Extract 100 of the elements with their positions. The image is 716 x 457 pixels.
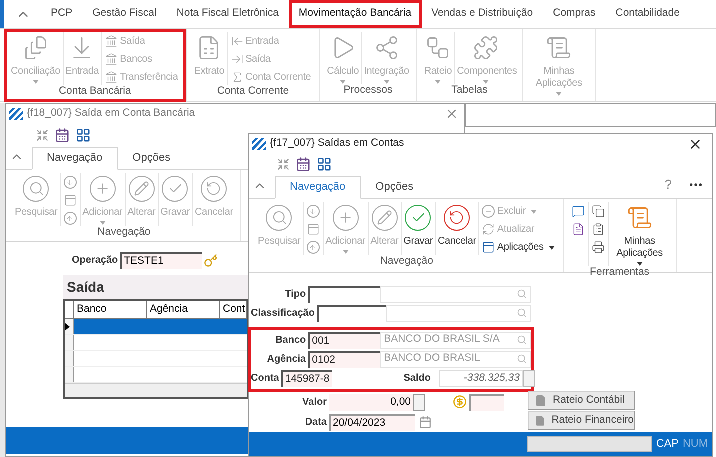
group-label: Processos <box>342 84 394 98</box>
network-icon <box>374 35 400 61</box>
search-icon[interactable] <box>517 308 527 318</box>
value-field[interactable]: 0,00 <box>329 394 413 411</box>
spinner[interactable] <box>522 370 535 387</box>
group-label: Conta Corrente <box>216 85 290 99</box>
search-icon[interactable] <box>517 289 527 300</box>
field-label: Valor <box>302 396 328 410</box>
printer-icon <box>592 241 605 254</box>
tab[interactable]: Navegação <box>275 176 361 200</box>
search-icon[interactable] <box>517 335 527 346</box>
tab[interactable]: Navegação <box>32 147 118 170</box>
code-field[interactable]: 001 <box>308 332 380 349</box>
window-icon <box>306 223 320 236</box>
refresh-icon <box>482 223 496 236</box>
column-header[interactable]: Banco <box>74 301 147 318</box>
icon-button[interactable] <box>572 222 585 238</box>
column-header[interactable]: Cont <box>220 301 247 318</box>
description-field[interactable] <box>380 286 531 303</box>
group-label: Navegação <box>379 255 434 270</box>
spinner[interactable] <box>413 394 425 411</box>
window-icon <box>64 194 77 207</box>
description-field[interactable]: BANCO DO BRASIL S/A <box>380 332 531 349</box>
plus-icon <box>332 205 359 232</box>
ribbon-tab[interactable]: Compras <box>543 0 606 28</box>
pencil-icon <box>372 205 398 232</box>
plus-icon <box>90 176 116 202</box>
down-icon <box>306 205 320 218</box>
operation-field[interactable]: TESTE1 <box>120 252 202 269</box>
icon-button[interactable] <box>592 204 605 220</box>
copy-icon <box>592 205 605 218</box>
ribbon-tab[interactable]: Vendas e Distribuição <box>422 0 544 28</box>
minus-icon <box>482 205 496 218</box>
window-icon <box>482 241 496 254</box>
message-icon <box>572 205 585 218</box>
row-header[interactable] <box>65 319 74 334</box>
field-label: Tipo <box>284 288 308 302</box>
ribbon-tab[interactable]: Contabilidade <box>606 0 690 28</box>
tab[interactable]: Opções <box>118 147 186 170</box>
description-field[interactable] <box>386 304 531 322</box>
coin-icon[interactable] <box>453 395 467 410</box>
caret-icon <box>100 221 106 225</box>
tab[interactable]: Opções <box>360 176 429 200</box>
code-field[interactable]: 145987-8 <box>281 370 332 387</box>
field-label: Operação <box>72 254 118 268</box>
ribbon-button[interactable]: Cancelar <box>436 202 478 256</box>
ribbon-tab[interactable]: PCP <box>41 0 83 28</box>
icon-button[interactable] <box>572 204 585 220</box>
caret-icon <box>384 80 390 84</box>
currency-field[interactable] <box>469 394 504 411</box>
app-icon <box>252 138 266 150</box>
ribbon-tab[interactable]: Movimentação Bancária <box>288 0 422 28</box>
ribbon-tab[interactable]: Nota Fiscal Eletrônica <box>166 0 289 28</box>
field-label: Banco <box>274 334 308 348</box>
scrollbar[interactable] <box>65 383 247 397</box>
date-field[interactable]: 20/04/2023 <box>329 414 415 431</box>
ribbon-button[interactable]: Aplicações <box>482 240 555 256</box>
search-icon <box>266 205 292 232</box>
arrow-out-icon <box>230 53 244 66</box>
shrink-icon[interactable] <box>277 158 290 172</box>
key-icon[interactable] <box>204 254 218 268</box>
grid-icon[interactable] <box>317 157 332 172</box>
document-icon <box>535 394 547 407</box>
group-label: Tabelas <box>450 84 489 98</box>
code-field[interactable] <box>316 304 386 322</box>
calendar-icon[interactable] <box>55 128 70 142</box>
caret-icon <box>342 250 349 254</box>
ribbon-tab[interactable]: Gestão Fiscal <box>82 0 167 28</box>
caret-icon <box>435 80 442 84</box>
ribbon-button[interactable]: Gravar <box>402 202 435 256</box>
caret-icon <box>340 80 346 84</box>
up-icon <box>64 212 77 225</box>
rateio-button[interactable]: Rateio Financeiro <box>528 411 635 430</box>
column-header[interactable]: Agência <box>147 301 220 318</box>
rateio-button[interactable]: Rateio Contábil <box>528 391 635 410</box>
grid-icon[interactable] <box>76 128 91 142</box>
icon-button[interactable] <box>592 240 605 256</box>
code-field[interactable]: 0102 <box>308 350 380 368</box>
row-pointer-icon <box>65 322 70 330</box>
field-label: Classificação <box>251 306 316 321</box>
scroll-icon <box>546 35 572 61</box>
icon-button[interactable] <box>592 222 605 238</box>
up-icon <box>306 241 320 254</box>
check-icon <box>405 205 432 232</box>
undo-icon <box>444 205 470 232</box>
app-icon <box>9 108 23 120</box>
code-field[interactable] <box>308 286 380 303</box>
field-label: Agência <box>266 352 308 367</box>
calendar-icon[interactable] <box>296 157 311 172</box>
check-icon <box>162 176 188 202</box>
ribbon-button[interactable]: Minhas Aplicações <box>608 202 671 266</box>
form-icon <box>572 223 585 236</box>
status-indicator: NUM <box>682 436 708 452</box>
help-button[interactable]: ? <box>664 174 672 194</box>
shrink-icon[interactable] <box>36 128 49 142</box>
panel-header: Saída <box>63 275 249 299</box>
puzzle-icon <box>473 35 500 61</box>
search-icon[interactable] <box>517 354 527 364</box>
bank-icon <box>105 71 118 84</box>
description-field[interactable]: BANCO DO BRASIL <box>380 350 531 368</box>
